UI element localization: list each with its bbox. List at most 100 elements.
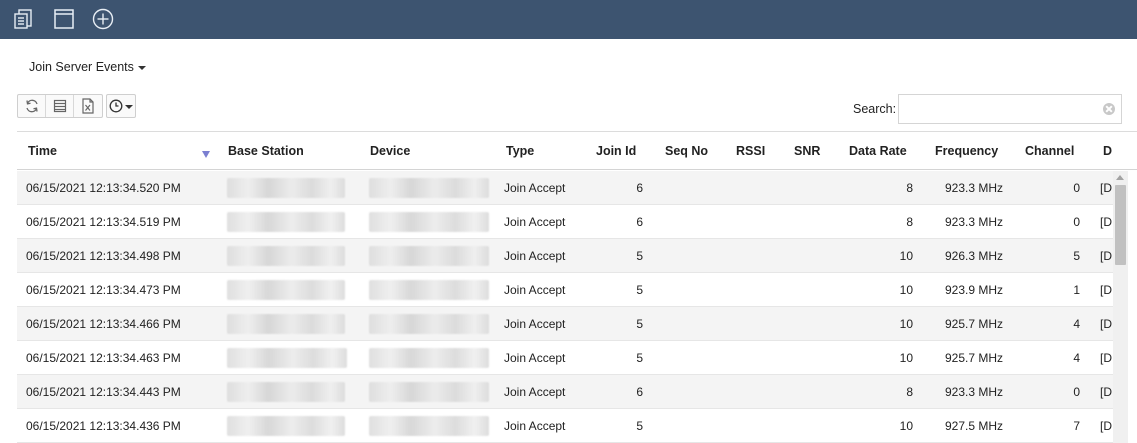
cell-type: Join Accept bbox=[504, 419, 566, 433]
cell-channel: 0 bbox=[1073, 181, 1080, 195]
cell-type: Join Accept bbox=[504, 283, 566, 297]
cell-base-station-redacted bbox=[227, 314, 345, 334]
refresh-button[interactable] bbox=[18, 95, 46, 117]
cell-base-station-redacted bbox=[227, 178, 345, 198]
cell-channel: 1 bbox=[1073, 283, 1080, 297]
cell-channel: 0 bbox=[1073, 215, 1080, 229]
cell-device-redacted bbox=[369, 246, 489, 266]
cell-time: 06/15/2021 12:13:34.473 PM bbox=[26, 283, 181, 297]
scroll-up-icon[interactable] bbox=[1116, 175, 1124, 180]
column-header-snr[interactable]: SNR bbox=[794, 144, 820, 158]
search-label: Search: bbox=[853, 102, 897, 116]
column-header-join-id[interactable]: Join Id bbox=[596, 144, 636, 158]
window-icon[interactable] bbox=[53, 8, 75, 30]
top-toolbar bbox=[0, 0, 1137, 39]
table-row[interactable]: 06/15/2021 12:13:34.466 PM Join Accept 5 10… bbox=[17, 307, 1117, 341]
excel-export-button[interactable] bbox=[74, 95, 102, 117]
cell-type: Join Accept bbox=[504, 385, 566, 399]
cell-device-redacted bbox=[369, 348, 489, 368]
cell-base-station-redacted bbox=[227, 382, 345, 402]
column-header-channel[interactable]: Channel bbox=[1025, 144, 1074, 158]
column-header-time[interactable]: Time bbox=[28, 144, 57, 158]
time-range-button[interactable] bbox=[106, 94, 136, 118]
cell-join-id: 5 bbox=[636, 419, 643, 433]
cell-join-id: 5 bbox=[636, 351, 643, 365]
cell-device-redacted bbox=[369, 416, 489, 436]
search-field[interactable] bbox=[898, 94, 1122, 124]
table-header: Time Base Station Device Type Join Id Se… bbox=[17, 132, 1137, 170]
cell-base-station-redacted bbox=[227, 212, 345, 232]
cell-frequency: 925.7 MHz bbox=[944, 351, 1003, 365]
cell-d: [D bbox=[1100, 215, 1112, 229]
cell-data-rate: 8 bbox=[906, 385, 913, 399]
vertical-scrollbar[interactable] bbox=[1113, 171, 1128, 443]
columns-button[interactable] bbox=[46, 95, 74, 117]
cell-base-station-redacted bbox=[227, 280, 345, 300]
cell-time: 06/15/2021 12:13:34.466 PM bbox=[26, 317, 181, 331]
cell-device-redacted bbox=[369, 382, 489, 402]
cell-d: [D bbox=[1100, 317, 1112, 331]
cell-frequency: 927.5 MHz bbox=[944, 419, 1003, 433]
cell-device-redacted bbox=[369, 314, 489, 334]
cell-join-id: 6 bbox=[636, 385, 643, 399]
table-row[interactable]: 06/15/2021 12:13:34.463 PM Join Accept 5 10… bbox=[17, 341, 1117, 375]
column-header-rssi[interactable]: RSSI bbox=[736, 144, 765, 158]
search-input[interactable] bbox=[899, 95, 1099, 123]
cell-frequency: 923.3 MHz bbox=[944, 181, 1003, 195]
column-header-d[interactable]: D bbox=[1103, 144, 1112, 158]
events-table: Time Base Station Device Type Join Id Se… bbox=[17, 131, 1137, 443]
clear-icon[interactable] bbox=[1103, 103, 1115, 115]
cell-channel: 7 bbox=[1073, 419, 1080, 433]
cell-time: 06/15/2021 12:13:34.436 PM bbox=[26, 419, 181, 433]
clock-icon bbox=[109, 99, 123, 113]
cell-time: 06/15/2021 12:13:34.519 PM bbox=[26, 215, 181, 229]
refresh-icon bbox=[25, 99, 38, 113]
column-header-data-rate[interactable]: Data Rate bbox=[849, 144, 907, 158]
cell-frequency: 926.3 MHz bbox=[944, 249, 1003, 263]
column-header-type[interactable]: Type bbox=[506, 144, 534, 158]
cell-frequency: 923.9 MHz bbox=[944, 283, 1003, 297]
cell-time: 06/15/2021 12:13:34.443 PM bbox=[26, 385, 181, 399]
table-row[interactable]: 06/15/2021 12:13:34.498 PM Join Accept 5 10… bbox=[17, 239, 1117, 273]
cell-data-rate: 8 bbox=[906, 181, 913, 195]
scrollbar-thumb[interactable] bbox=[1115, 185, 1126, 265]
cell-time: 06/15/2021 12:13:34.498 PM bbox=[26, 249, 181, 263]
cell-type: Join Accept bbox=[504, 317, 566, 331]
chevron-down-icon bbox=[125, 105, 133, 109]
sort-descending-icon bbox=[202, 151, 210, 158]
table-row[interactable]: 06/15/2021 12:13:34.520 PM Join Accept 6 8 9… bbox=[17, 171, 1117, 205]
cell-d: [D bbox=[1100, 283, 1112, 297]
cell-channel: 0 bbox=[1073, 385, 1080, 399]
table-row[interactable]: 06/15/2021 12:13:34.443 PM Join Accept 6 8 9… bbox=[17, 375, 1117, 409]
table-row[interactable]: 06/15/2021 12:13:34.473 PM Join Accept 5 10… bbox=[17, 273, 1117, 307]
add-circle-icon[interactable] bbox=[92, 8, 114, 30]
cell-time: 06/15/2021 12:13:34.463 PM bbox=[26, 351, 181, 365]
cell-base-station-redacted bbox=[227, 348, 347, 368]
cell-data-rate: 10 bbox=[899, 351, 913, 365]
table-row[interactable]: 06/15/2021 12:13:34.519 PM Join Accept 6 8 9… bbox=[17, 205, 1117, 239]
column-header-base-station[interactable]: Base Station bbox=[228, 144, 304, 158]
list-doc-icon[interactable] bbox=[13, 8, 35, 30]
cell-type: Join Accept bbox=[504, 351, 566, 365]
column-header-seq-no[interactable]: Seq No bbox=[665, 144, 708, 158]
cell-join-id: 5 bbox=[636, 249, 643, 263]
cell-data-rate: 10 bbox=[899, 317, 913, 331]
cell-d: [D bbox=[1100, 181, 1112, 195]
cell-frequency: 923.3 MHz bbox=[944, 215, 1003, 229]
cell-channel: 4 bbox=[1073, 317, 1080, 331]
cell-type: Join Accept bbox=[504, 215, 566, 229]
cell-channel: 4 bbox=[1073, 351, 1080, 365]
column-header-frequency[interactable]: Frequency bbox=[935, 144, 998, 158]
chevron-down-icon bbox=[137, 66, 146, 70]
cell-type: Join Accept bbox=[504, 249, 566, 263]
cell-data-rate: 10 bbox=[899, 283, 913, 297]
cell-frequency: 923.3 MHz bbox=[944, 385, 1003, 399]
view-selector-dropdown[interactable]: Join Server Events bbox=[29, 60, 146, 74]
cell-d: [D bbox=[1100, 351, 1112, 365]
cell-base-station-redacted bbox=[227, 416, 345, 436]
cell-device-redacted bbox=[369, 280, 489, 300]
column-header-device[interactable]: Device bbox=[370, 144, 410, 158]
cell-join-id: 5 bbox=[636, 283, 643, 297]
cell-d: [D bbox=[1100, 385, 1112, 399]
table-row[interactable]: 06/15/2021 12:13:34.436 PM Join Accept 5 10… bbox=[17, 409, 1117, 443]
